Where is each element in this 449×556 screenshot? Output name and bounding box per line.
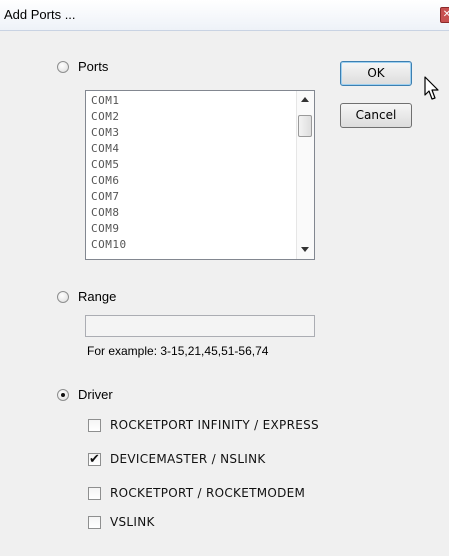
port-list-item[interactable]: COM7 [91, 191, 120, 202]
ports-radio-label: Ports [78, 59, 109, 74]
title-bar: Add Ports ... ✕ [0, 0, 449, 31]
scroll-up-arrow-icon[interactable] [301, 97, 309, 102]
port-list-item[interactable]: COM6 [91, 175, 120, 186]
port-list-item[interactable]: COM1 [91, 95, 120, 106]
driver-label-rocketport-infinity: ROCKETPORT INFINITY / EXPRESS [110, 418, 319, 432]
driver-radio[interactable] [57, 389, 69, 401]
range-example-hint: For example: 3-15,21,45,51-56,74 [87, 344, 269, 358]
driver-radio-label: Driver [78, 387, 113, 402]
ok-button[interactable]: OK [340, 61, 412, 86]
mouse-pointer-icon [424, 76, 439, 100]
port-list-item[interactable]: COM8 [91, 207, 120, 218]
checkmark-icon: ✔ [89, 451, 100, 466]
driver-checkbox-vslink[interactable] [88, 516, 101, 529]
radio-selected-dot [61, 393, 65, 397]
close-icon[interactable]: ✕ [440, 7, 449, 23]
port-list-item[interactable]: COM9 [91, 223, 120, 234]
driver-label-rocketport-rocketmodem: ROCKETPORT / ROCKETMODEM [110, 486, 306, 500]
range-input[interactable] [85, 315, 315, 337]
cancel-button[interactable]: Cancel [340, 103, 412, 128]
ports-listbox[interactable]: COM1 COM2 COM3 COM4 COM5 COM6 COM7 COM8 COM9 COM1… [85, 90, 315, 260]
scroll-thumb[interactable] [298, 115, 312, 137]
driver-checkbox-rocketport-infinity[interactable] [88, 419, 101, 432]
port-list-item[interactable]: COM5 [91, 159, 120, 170]
driver-label-devicemaster: DEVICEMASTER / NSLINK [110, 452, 266, 466]
add-ports-dialog: Add Ports ... ✕ Ports COM1 COM2 COM3 COM4 CO… [0, 0, 449, 556]
port-list-item[interactable]: COM4 [91, 143, 120, 154]
port-list-item[interactable]: COM2 [91, 111, 120, 122]
window-title: Add Ports ... [4, 7, 76, 22]
scroll-down-arrow-icon[interactable] [301, 247, 309, 252]
range-radio-label: Range [78, 289, 117, 304]
driver-checkbox-rocketport-rocketmodem[interactable] [88, 487, 101, 500]
driver-checkbox-devicemaster[interactable]: ✔ [88, 451, 101, 466]
driver-label-vslink: VSLINK [110, 515, 155, 529]
range-radio[interactable] [57, 291, 69, 303]
ports-radio[interactable] [57, 61, 69, 73]
ports-list-scrollbar[interactable] [296, 91, 314, 259]
port-list-item[interactable]: COM10 [91, 239, 127, 250]
port-list-item[interactable]: COM3 [91, 127, 120, 138]
